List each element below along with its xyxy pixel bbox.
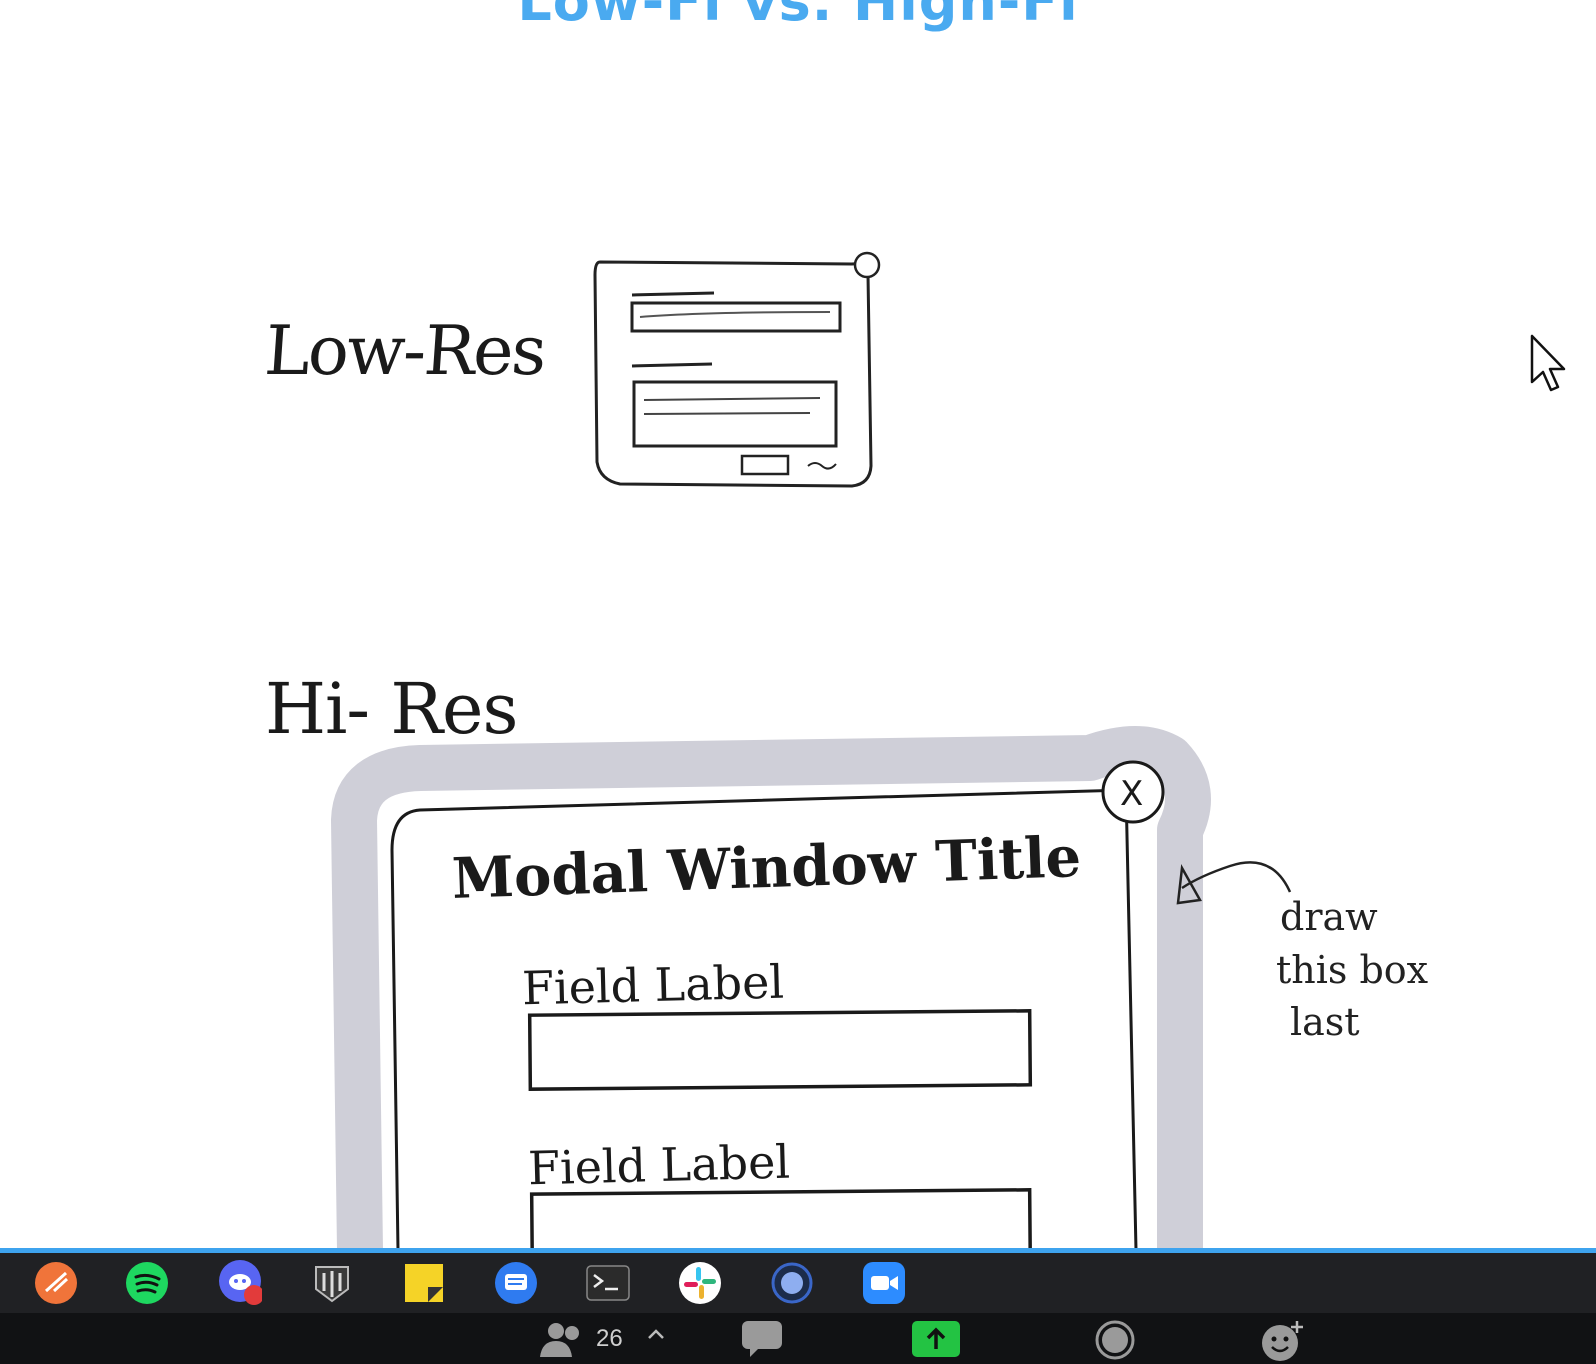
add-reaction-icon [1262, 1321, 1303, 1361]
annotation-line-3: last [1290, 1000, 1360, 1044]
participants-options-chevron[interactable] [646, 1327, 666, 1341]
chat-icon [742, 1321, 782, 1357]
record-button[interactable] [1094, 1319, 1136, 1361]
reactions-button[interactable] [1260, 1319, 1304, 1363]
mouse-pointer-icon [1530, 334, 1566, 392]
swift-playgrounds-icon[interactable] [34, 1261, 78, 1305]
chevron-up-icon [648, 1329, 664, 1339]
participants-icon [540, 1323, 579, 1357]
meeting-controls-bar: 26 [0, 1313, 1596, 1364]
field-label-2: Field Label [527, 1134, 791, 1196]
record-icon [1095, 1320, 1135, 1360]
shared-slide: Low-Fi vs. High-Fi Low-Res Hi- Res X Mod… [0, 0, 1596, 1248]
participants-button[interactable]: 26 [538, 1319, 623, 1359]
world-of-tanks-icon[interactable] [310, 1261, 354, 1305]
svg-text:X: X [1120, 774, 1143, 814]
app-circle-icon[interactable] [770, 1261, 814, 1305]
field-label-1: Field Label [521, 954, 785, 1016]
annotation-line-1: draw [1280, 895, 1378, 939]
app-dock [0, 1253, 1596, 1313]
zoom-icon[interactable] [862, 1261, 906, 1305]
chat-button[interactable] [740, 1319, 784, 1359]
stickies-icon[interactable] [402, 1261, 446, 1305]
slack-icon[interactable] [678, 1261, 722, 1305]
spotify-icon[interactable] [125, 1261, 169, 1305]
hi-res-modal-sketch: X [331, 726, 1292, 1248]
share-screen-icon [912, 1321, 960, 1357]
annotation-line-2: this box [1276, 948, 1429, 992]
participant-count: 26 [596, 1325, 623, 1352]
share-screen-button[interactable] [912, 1319, 960, 1359]
terminal-icon[interactable] [586, 1261, 630, 1305]
discord-icon[interactable] [218, 1260, 262, 1305]
messages-icon[interactable] [494, 1261, 538, 1305]
